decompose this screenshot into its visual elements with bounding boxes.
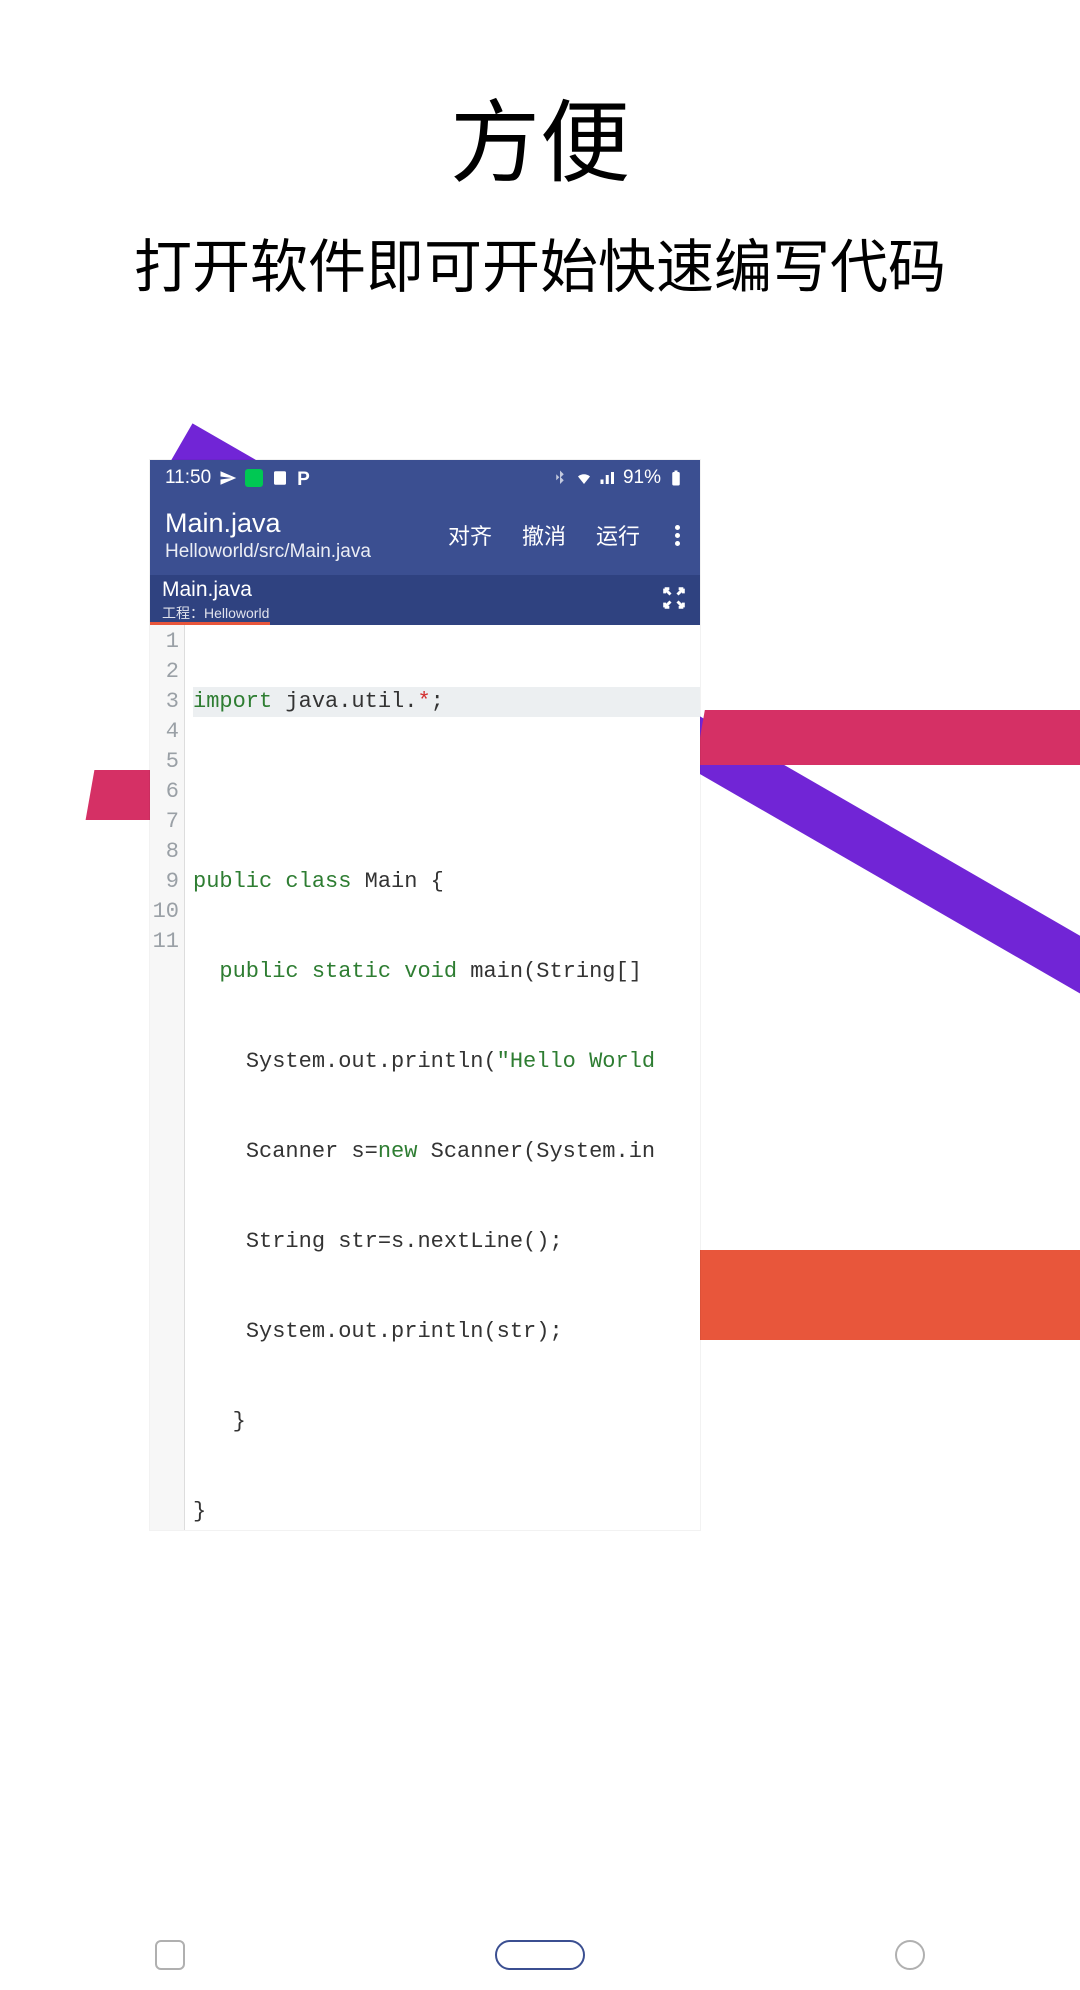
system-nav — [0, 1930, 1080, 1980]
tab-project: 工程：Helloworld — [162, 603, 660, 623]
tab-bar: Main.java 工程：Helloworld — [150, 575, 700, 625]
tab-name: Main.java — [162, 578, 660, 602]
promo-title: 方便 — [0, 70, 1080, 200]
nav-recent-icon[interactable] — [155, 1940, 185, 1970]
run-button[interactable]: 运行 — [596, 519, 640, 551]
status-time: 11:50 — [165, 467, 211, 489]
bluetooth-icon — [551, 469, 569, 487]
status-bar: 11:50 P 91% — [150, 460, 700, 495]
nav-back-icon[interactable] — [895, 1940, 925, 1970]
battery-percent: 91% — [623, 467, 661, 489]
code-editor[interactable]: 1 2 3 4 5 6 7 8 9 10 11 import java.util… — [150, 625, 700, 1530]
line-gutter: 1 2 3 4 5 6 7 8 9 10 11 — [150, 625, 185, 1530]
signal-icon — [599, 469, 617, 487]
doc-icon — [271, 469, 289, 487]
phone-screenshot: 11:50 P 91% Main.java Helloworld/src/Mai… — [150, 460, 700, 1530]
wifi-icon — [575, 469, 593, 487]
toolbar-path: Helloworld/src/Main.java — [165, 541, 448, 563]
code-area[interactable]: import java.util.*; public class Main { … — [185, 625, 700, 1530]
more-icon[interactable] — [670, 525, 685, 546]
tab-indicator — [150, 622, 270, 625]
app-toolbar: Main.java Helloworld/src/Main.java 对齐 撤消… — [150, 495, 700, 575]
tab-item[interactable]: Main.java 工程：Helloworld — [162, 578, 660, 623]
p-icon: P — [297, 469, 315, 487]
battery-icon — [667, 469, 685, 487]
camera-icon — [245, 469, 263, 487]
undo-button[interactable]: 撤消 — [522, 519, 566, 551]
expand-icon[interactable] — [660, 584, 688, 617]
align-button[interactable]: 对齐 — [448, 519, 492, 551]
nav-home-icon[interactable] — [495, 1940, 585, 1970]
promo-subtitle: 打开软件即可开始快速编写代码 — [0, 220, 1080, 304]
decorative-stripe — [695, 710, 1080, 765]
decorative-stripe — [674, 1250, 1080, 1340]
send-icon — [219, 469, 237, 487]
toolbar-title: Main.java — [165, 508, 448, 539]
